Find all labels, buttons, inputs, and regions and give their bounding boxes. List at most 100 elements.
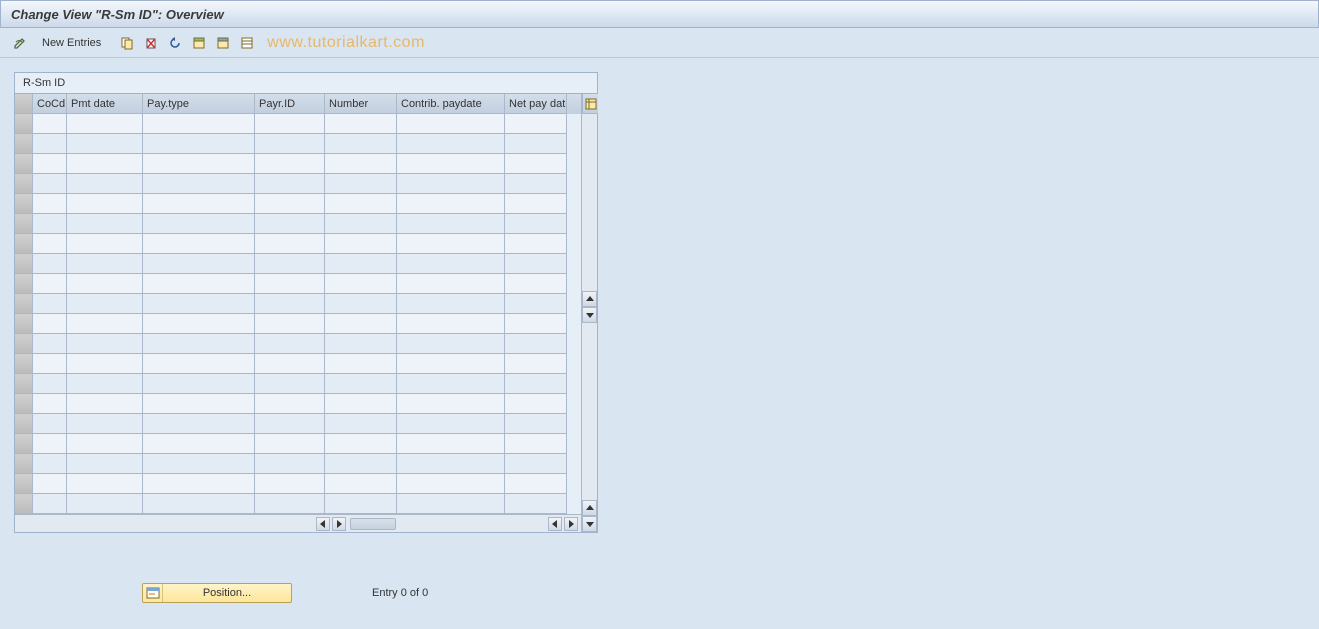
cell-paytype[interactable]	[143, 334, 255, 354]
cell-cocd[interactable]	[33, 434, 67, 454]
row-selector[interactable]	[15, 194, 33, 214]
cell-pmtdate[interactable]	[67, 174, 143, 194]
cell-cocd[interactable]	[33, 294, 67, 314]
column-header-paytype[interactable]: Pay.type	[143, 94, 255, 114]
scroll-left-icon[interactable]	[316, 517, 330, 531]
cell-paytype[interactable]	[143, 474, 255, 494]
scroll-down-end-icon[interactable]	[582, 516, 597, 532]
cell-pmtdate[interactable]	[67, 134, 143, 154]
scroll-thumb[interactable]	[350, 518, 396, 530]
cell-netpay[interactable]	[505, 334, 567, 354]
cell-netpay[interactable]	[505, 414, 567, 434]
cell-payrid[interactable]	[255, 414, 325, 434]
cell-number[interactable]	[325, 194, 397, 214]
column-header-cocd[interactable]: CoCd	[33, 94, 67, 114]
cell-netpay[interactable]	[505, 474, 567, 494]
cell-cocd[interactable]	[33, 274, 67, 294]
cell-number[interactable]	[325, 434, 397, 454]
row-selector[interactable]	[15, 254, 33, 274]
cell-paytype[interactable]	[143, 394, 255, 414]
row-selector[interactable]	[15, 274, 33, 294]
cell-number[interactable]	[325, 214, 397, 234]
cell-number[interactable]	[325, 254, 397, 274]
cell-netpay[interactable]	[505, 394, 567, 414]
cell-pmtdate[interactable]	[67, 374, 143, 394]
cell-pmtdate[interactable]	[67, 474, 143, 494]
row-selector[interactable]	[15, 294, 33, 314]
cell-payrid[interactable]	[255, 274, 325, 294]
cell-pmtdate[interactable]	[67, 114, 143, 134]
cell-payrid[interactable]	[255, 454, 325, 474]
cell-number[interactable]	[325, 454, 397, 474]
row-selector[interactable]	[15, 394, 33, 414]
cell-contrib[interactable]	[397, 334, 505, 354]
cell-number[interactable]	[325, 374, 397, 394]
cell-paytype[interactable]	[143, 434, 255, 454]
cell-paytype[interactable]	[143, 214, 255, 234]
cell-netpay[interactable]	[505, 134, 567, 154]
cell-paytype[interactable]	[143, 294, 255, 314]
cell-cocd[interactable]	[33, 414, 67, 434]
cell-contrib[interactable]	[397, 254, 505, 274]
cell-netpay[interactable]	[505, 114, 567, 134]
cell-pmtdate[interactable]	[67, 294, 143, 314]
row-selector[interactable]	[15, 314, 33, 334]
cell-cocd[interactable]	[33, 114, 67, 134]
cell-paytype[interactable]	[143, 174, 255, 194]
cell-contrib[interactable]	[397, 314, 505, 334]
cell-pmtdate[interactable]	[67, 314, 143, 334]
scroll-up-icon[interactable]	[582, 291, 597, 307]
cell-netpay[interactable]	[505, 194, 567, 214]
cell-contrib[interactable]	[397, 114, 505, 134]
cell-contrib[interactable]	[397, 394, 505, 414]
cell-paytype[interactable]	[143, 194, 255, 214]
cell-payrid[interactable]	[255, 114, 325, 134]
column-header-payrid[interactable]: Payr.ID	[255, 94, 325, 114]
cell-pmtdate[interactable]	[67, 194, 143, 214]
cell-number[interactable]	[325, 234, 397, 254]
cell-cocd[interactable]	[33, 154, 67, 174]
cell-contrib[interactable]	[397, 154, 505, 174]
cell-paytype[interactable]	[143, 494, 255, 514]
cell-pmtdate[interactable]	[67, 154, 143, 174]
cell-paytype[interactable]	[143, 414, 255, 434]
cell-paytype[interactable]	[143, 274, 255, 294]
cell-pmtdate[interactable]	[67, 494, 143, 514]
select-all-icon[interactable]	[189, 33, 209, 53]
cell-paytype[interactable]	[143, 134, 255, 154]
cell-netpay[interactable]	[505, 274, 567, 294]
cell-number[interactable]	[325, 394, 397, 414]
row-selector[interactable]	[15, 114, 33, 134]
cell-payrid[interactable]	[255, 434, 325, 454]
position-button[interactable]: Position...	[142, 583, 292, 603]
row-selector[interactable]	[15, 234, 33, 254]
row-selector[interactable]	[15, 214, 33, 234]
cell-contrib[interactable]	[397, 134, 505, 154]
cell-payrid[interactable]	[255, 354, 325, 374]
undo-icon[interactable]	[165, 33, 185, 53]
cell-payrid[interactable]	[255, 234, 325, 254]
cell-contrib[interactable]	[397, 194, 505, 214]
row-selector[interactable]	[15, 454, 33, 474]
cell-payrid[interactable]	[255, 194, 325, 214]
cell-pmtdate[interactable]	[67, 454, 143, 474]
cell-netpay[interactable]	[505, 354, 567, 374]
cell-netpay[interactable]	[505, 374, 567, 394]
cell-paytype[interactable]	[143, 254, 255, 274]
delete-icon[interactable]	[141, 33, 161, 53]
cell-pmtdate[interactable]	[67, 254, 143, 274]
cell-payrid[interactable]	[255, 374, 325, 394]
cell-payrid[interactable]	[255, 174, 325, 194]
cell-cocd[interactable]	[33, 254, 67, 274]
cell-cocd[interactable]	[33, 354, 67, 374]
new-entries-button[interactable]: New Entries	[34, 35, 109, 51]
select-block-icon[interactable]	[213, 33, 233, 53]
scroll-down-icon[interactable]	[582, 307, 597, 323]
cell-number[interactable]	[325, 494, 397, 514]
cell-cocd[interactable]	[33, 134, 67, 154]
cell-number[interactable]	[325, 474, 397, 494]
copy-icon[interactable]	[117, 33, 137, 53]
column-header-number[interactable]: Number	[325, 94, 397, 114]
cell-contrib[interactable]	[397, 474, 505, 494]
column-header-contrib[interactable]: Contrib. paydate	[397, 94, 505, 114]
